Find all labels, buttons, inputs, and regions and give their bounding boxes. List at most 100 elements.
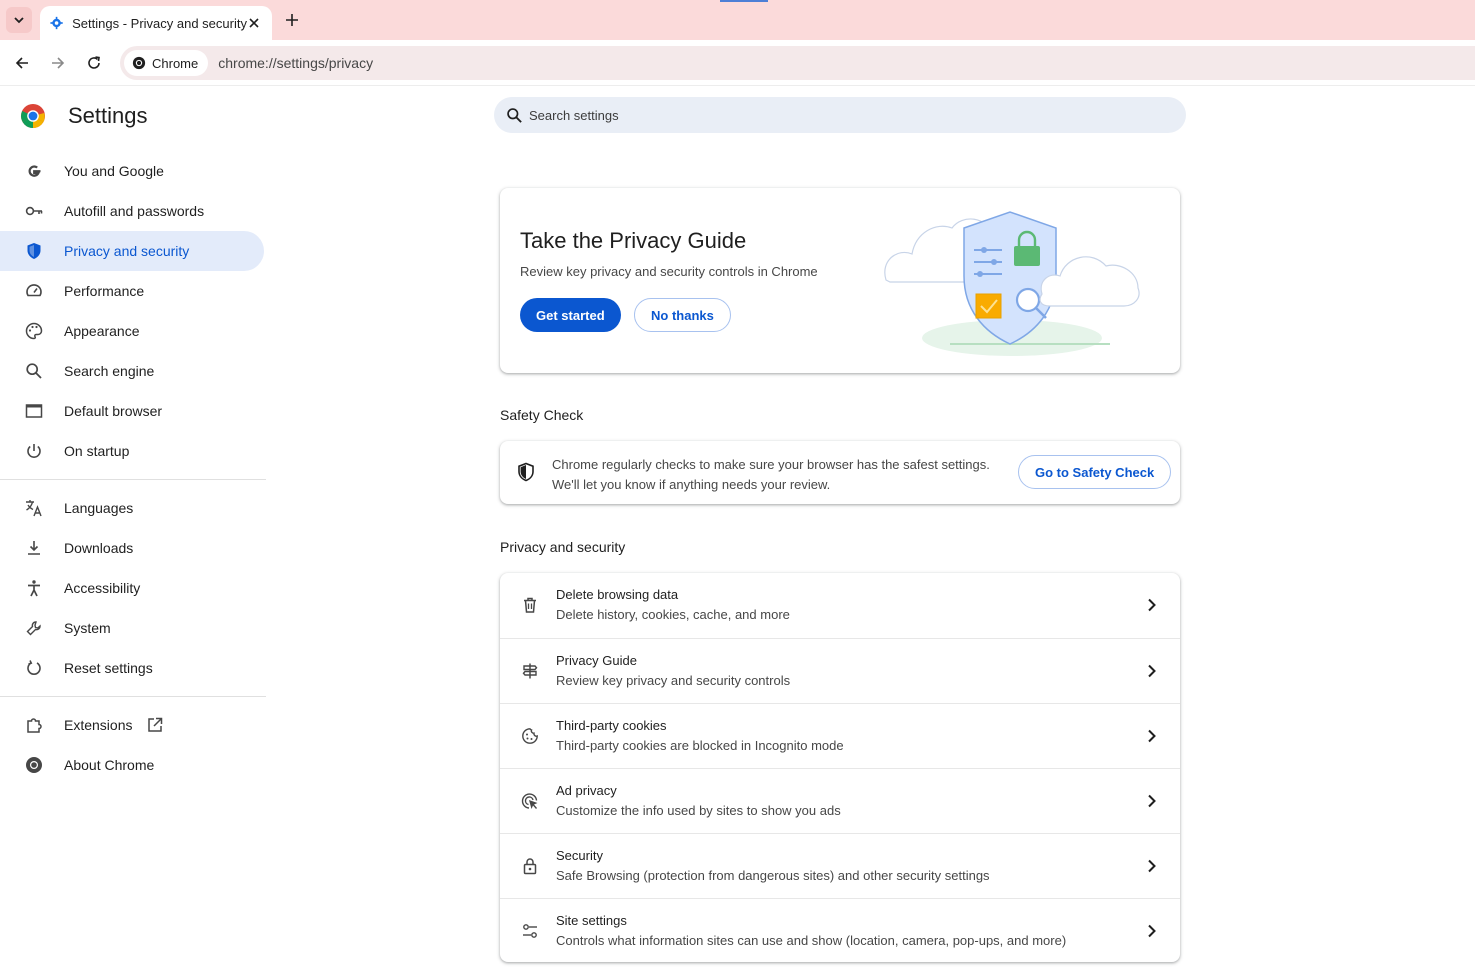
forward-arrow-icon bbox=[52, 57, 65, 69]
chevron-right-icon bbox=[1142, 661, 1162, 681]
new-tab-button[interactable] bbox=[280, 8, 304, 32]
row-subtitle: Customize the info used by sites to show… bbox=[556, 803, 841, 818]
sidebar-item-extensions[interactable]: Extensions bbox=[0, 705, 264, 745]
sidebar-item-label: About Chrome bbox=[64, 757, 155, 773]
forward-button[interactable] bbox=[46, 51, 70, 75]
palette-icon bbox=[24, 321, 44, 341]
row-ad-privacy[interactable]: Ad privacy Customize the info used by si… bbox=[500, 768, 1180, 833]
privacy-guide-title: Take the Privacy Guide bbox=[520, 228, 747, 253]
url-text[interactable]: chrome://settings/privacy bbox=[218, 55, 373, 71]
sidebar-divider bbox=[0, 696, 266, 697]
sidebar-item-label: Reset settings bbox=[64, 660, 153, 676]
sidebar-item-accessibility[interactable]: Accessibility bbox=[0, 568, 264, 608]
row-security[interactable]: Security Safe Browsing (protection from … bbox=[500, 833, 1180, 898]
lock-icon bbox=[520, 856, 540, 876]
sidebar-item-system[interactable]: System bbox=[0, 608, 264, 648]
tab-search-button[interactable] bbox=[6, 7, 32, 33]
close-tab-icon[interactable] bbox=[247, 15, 262, 31]
sidebar-item-about-chrome[interactable]: About Chrome bbox=[0, 745, 264, 785]
chevron-right-icon bbox=[1142, 856, 1162, 876]
back-button[interactable] bbox=[10, 51, 34, 75]
browser-toolbar: Chrome chrome://settings/privacy bbox=[0, 40, 1475, 86]
sidebar-item-downloads[interactable]: Downloads bbox=[0, 528, 264, 568]
ad-privacy-icon bbox=[520, 791, 540, 811]
active-tab[interactable]: Settings - Privacy and security bbox=[40, 6, 272, 40]
puzzle-icon bbox=[24, 715, 44, 735]
browser-window-icon bbox=[24, 401, 44, 421]
sidebar-item-appearance[interactable]: Appearance bbox=[0, 311, 264, 351]
sidebar-item-label: On startup bbox=[64, 443, 130, 459]
sidebar-item-label: Privacy and security bbox=[64, 243, 190, 259]
sidebar-item-label: Languages bbox=[64, 500, 134, 516]
signpost-icon bbox=[520, 661, 540, 681]
go-to-safety-check-button[interactable]: Go to Safety Check bbox=[1018, 455, 1172, 489]
sidebar-item-label: Accessibility bbox=[64, 580, 141, 596]
reset-icon bbox=[24, 658, 44, 678]
cookie-icon bbox=[520, 726, 540, 746]
search-icon bbox=[507, 107, 522, 123]
translate-icon bbox=[24, 498, 44, 518]
row-subtitle: Safe Browsing (protection from dangerous… bbox=[556, 868, 990, 883]
search-input[interactable] bbox=[529, 107, 1129, 123]
sidebar-item-default-browser[interactable]: Default browser bbox=[0, 391, 264, 431]
sidebar-divider bbox=[0, 479, 266, 480]
plus-icon bbox=[286, 14, 298, 26]
sidebar-item-reset-settings[interactable]: Reset settings bbox=[0, 648, 264, 688]
search-icon bbox=[24, 361, 44, 381]
get-started-button[interactable]: Get started bbox=[520, 298, 621, 332]
chevron-right-icon bbox=[1142, 921, 1162, 941]
sidebar-item-label: Search engine bbox=[64, 363, 155, 379]
safety-check-description: Chrome regularly checks to make sure you… bbox=[552, 455, 990, 495]
sidebar-item-label: You and Google bbox=[64, 163, 164, 179]
sidebar-item-on-startup[interactable]: On startup bbox=[0, 431, 264, 471]
sidebar-item-label: Autofill and passwords bbox=[64, 203, 205, 219]
sidebar-item-autofill[interactable]: Autofill and passwords bbox=[0, 191, 264, 231]
settings-brand: Settings bbox=[20, 103, 148, 129]
safety-check-line-1: Chrome regularly checks to make sure you… bbox=[552, 457, 990, 472]
site-info-chip[interactable]: Chrome bbox=[124, 50, 209, 76]
row-privacy-guide[interactable]: Privacy Guide Review key privacy and sec… bbox=[500, 638, 1180, 703]
sidebar-item-label: Extensions bbox=[64, 717, 133, 733]
row-third-party-cookies[interactable]: Third-party cookies Third-party cookies … bbox=[500, 703, 1180, 768]
sidebar-item-label: Downloads bbox=[64, 540, 134, 556]
power-icon bbox=[24, 441, 44, 461]
settings-sidebar: Settings You and Google Autofill and pas… bbox=[0, 87, 270, 978]
sidebar-item-search-engine[interactable]: Search engine bbox=[0, 351, 264, 391]
privacy-guide-illustration bbox=[884, 211, 1140, 356]
tab-strip: Settings - Privacy and security bbox=[0, 0, 1475, 40]
reload-button[interactable] bbox=[82, 51, 106, 75]
chevron-down-icon bbox=[14, 17, 24, 24]
privacy-security-list: Delete browsing data Delete history, coo… bbox=[500, 573, 1180, 962]
sidebar-item-privacy[interactable]: Privacy and security bbox=[0, 231, 264, 271]
wrench-icon bbox=[24, 618, 44, 638]
no-thanks-button[interactable]: No thanks bbox=[634, 298, 731, 332]
accessibility-icon bbox=[24, 578, 44, 598]
privacy-guide-card: Take the Privacy Guide Review key privac… bbox=[500, 188, 1180, 373]
chevron-right-icon bbox=[1142, 726, 1162, 746]
download-icon bbox=[24, 538, 44, 558]
row-title: Third-party cookies bbox=[556, 718, 667, 733]
safety-check-card: Chrome regularly checks to make sure you… bbox=[500, 441, 1180, 504]
chrome-icon bbox=[24, 755, 44, 775]
row-title: Ad privacy bbox=[556, 783, 617, 798]
row-title: Privacy Guide bbox=[556, 653, 637, 668]
omnibox[interactable]: Chrome chrome://settings/privacy bbox=[120, 46, 1475, 80]
sidebar-item-label: Performance bbox=[64, 283, 145, 299]
sidebar-item-performance[interactable]: Performance bbox=[0, 271, 264, 311]
search-settings-box[interactable] bbox=[494, 97, 1186, 133]
sidebar-item-languages[interactable]: Languages bbox=[0, 488, 264, 528]
google-g-icon bbox=[24, 161, 44, 181]
reload-icon bbox=[88, 56, 100, 69]
external-link-icon bbox=[146, 716, 164, 734]
row-site-settings[interactable]: Site settings Controls what information … bbox=[500, 898, 1180, 963]
privacy-security-heading: Privacy and security bbox=[500, 539, 626, 555]
chrome-icon bbox=[132, 56, 146, 70]
row-delete-browsing-data[interactable]: Delete browsing data Delete history, coo… bbox=[500, 573, 1180, 638]
sliders-icon bbox=[520, 921, 540, 941]
row-subtitle: Controls what information sites can use … bbox=[556, 933, 1067, 948]
shield-icon bbox=[24, 241, 44, 261]
back-arrow-icon bbox=[15, 57, 28, 69]
sidebar-item-you-and-google[interactable]: You and Google bbox=[0, 151, 264, 191]
row-title: Delete browsing data bbox=[556, 587, 679, 602]
row-subtitle: Delete history, cookies, cache, and more bbox=[556, 607, 790, 622]
